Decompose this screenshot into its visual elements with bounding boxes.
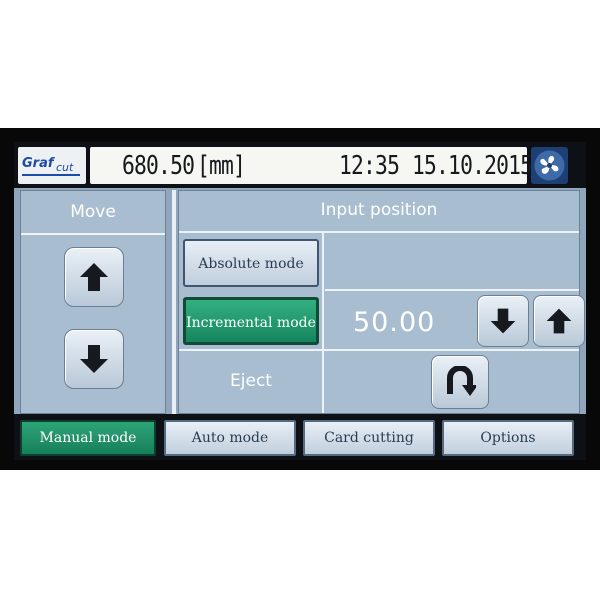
hmi-screen: Graf cut 680.50 [mm] 12:35 15.10.2015 Mo… — [14, 142, 586, 460]
move-down-button[interactable] — [64, 329, 124, 389]
logo-brand: Graf — [22, 156, 54, 171]
position-readout: 680.50 — [122, 151, 195, 181]
tab-auto-mode[interactable]: Auto mode — [164, 420, 296, 456]
move-up-button[interactable] — [64, 247, 124, 307]
move-panel: Move — [20, 190, 166, 414]
arrow-up-icon — [80, 263, 108, 291]
tab-card-cutting[interactable]: Card cutting — [303, 420, 435, 456]
step-value-field[interactable]: 50.00 — [353, 307, 435, 338]
tab-bar: Manual mode Auto mode Card cutting Optio… — [14, 414, 586, 460]
absolute-mode-button[interactable]: Absolute mode — [183, 239, 319, 287]
grid-line — [322, 233, 324, 413]
input-position-title: Input position — [179, 191, 579, 233]
move-title: Move — [21, 191, 165, 235]
eject-button[interactable] — [431, 355, 489, 409]
status-bar: Graf cut 680.50 [mm] 12:35 15.10.2015 — [14, 142, 586, 188]
eject-label: Eject — [230, 371, 272, 391]
clock-date: 15.10.2015 — [412, 151, 533, 181]
clock-time: 12:35 — [339, 151, 400, 181]
position-unit: [mm] — [197, 151, 246, 181]
arrow-down-icon — [490, 308, 516, 334]
u-turn-arrow-icon — [447, 366, 476, 396]
incremental-mode-button[interactable]: Incremental mode — [183, 297, 319, 345]
tab-manual-mode[interactable]: Manual mode — [20, 420, 156, 456]
panel-divider — [172, 190, 176, 414]
arrow-up-icon — [546, 308, 572, 334]
arrow-down-icon — [80, 345, 108, 373]
info-display: 680.50 [mm] 12:35 15.10.2015 — [90, 147, 533, 184]
step-down-button[interactable] — [477, 295, 529, 347]
tab-options[interactable]: Options — [442, 420, 574, 456]
grafcut-logo: Graf cut — [18, 147, 86, 184]
fan-icon[interactable] — [531, 147, 568, 184]
logo-underline — [22, 174, 80, 176]
input-position-panel: Input position Absolute mode Incremental… — [178, 190, 585, 414]
step-up-button[interactable] — [533, 295, 585, 347]
logo-suffix: cut — [56, 161, 74, 174]
grid-line — [179, 349, 579, 351]
grid-line — [325, 289, 579, 291]
